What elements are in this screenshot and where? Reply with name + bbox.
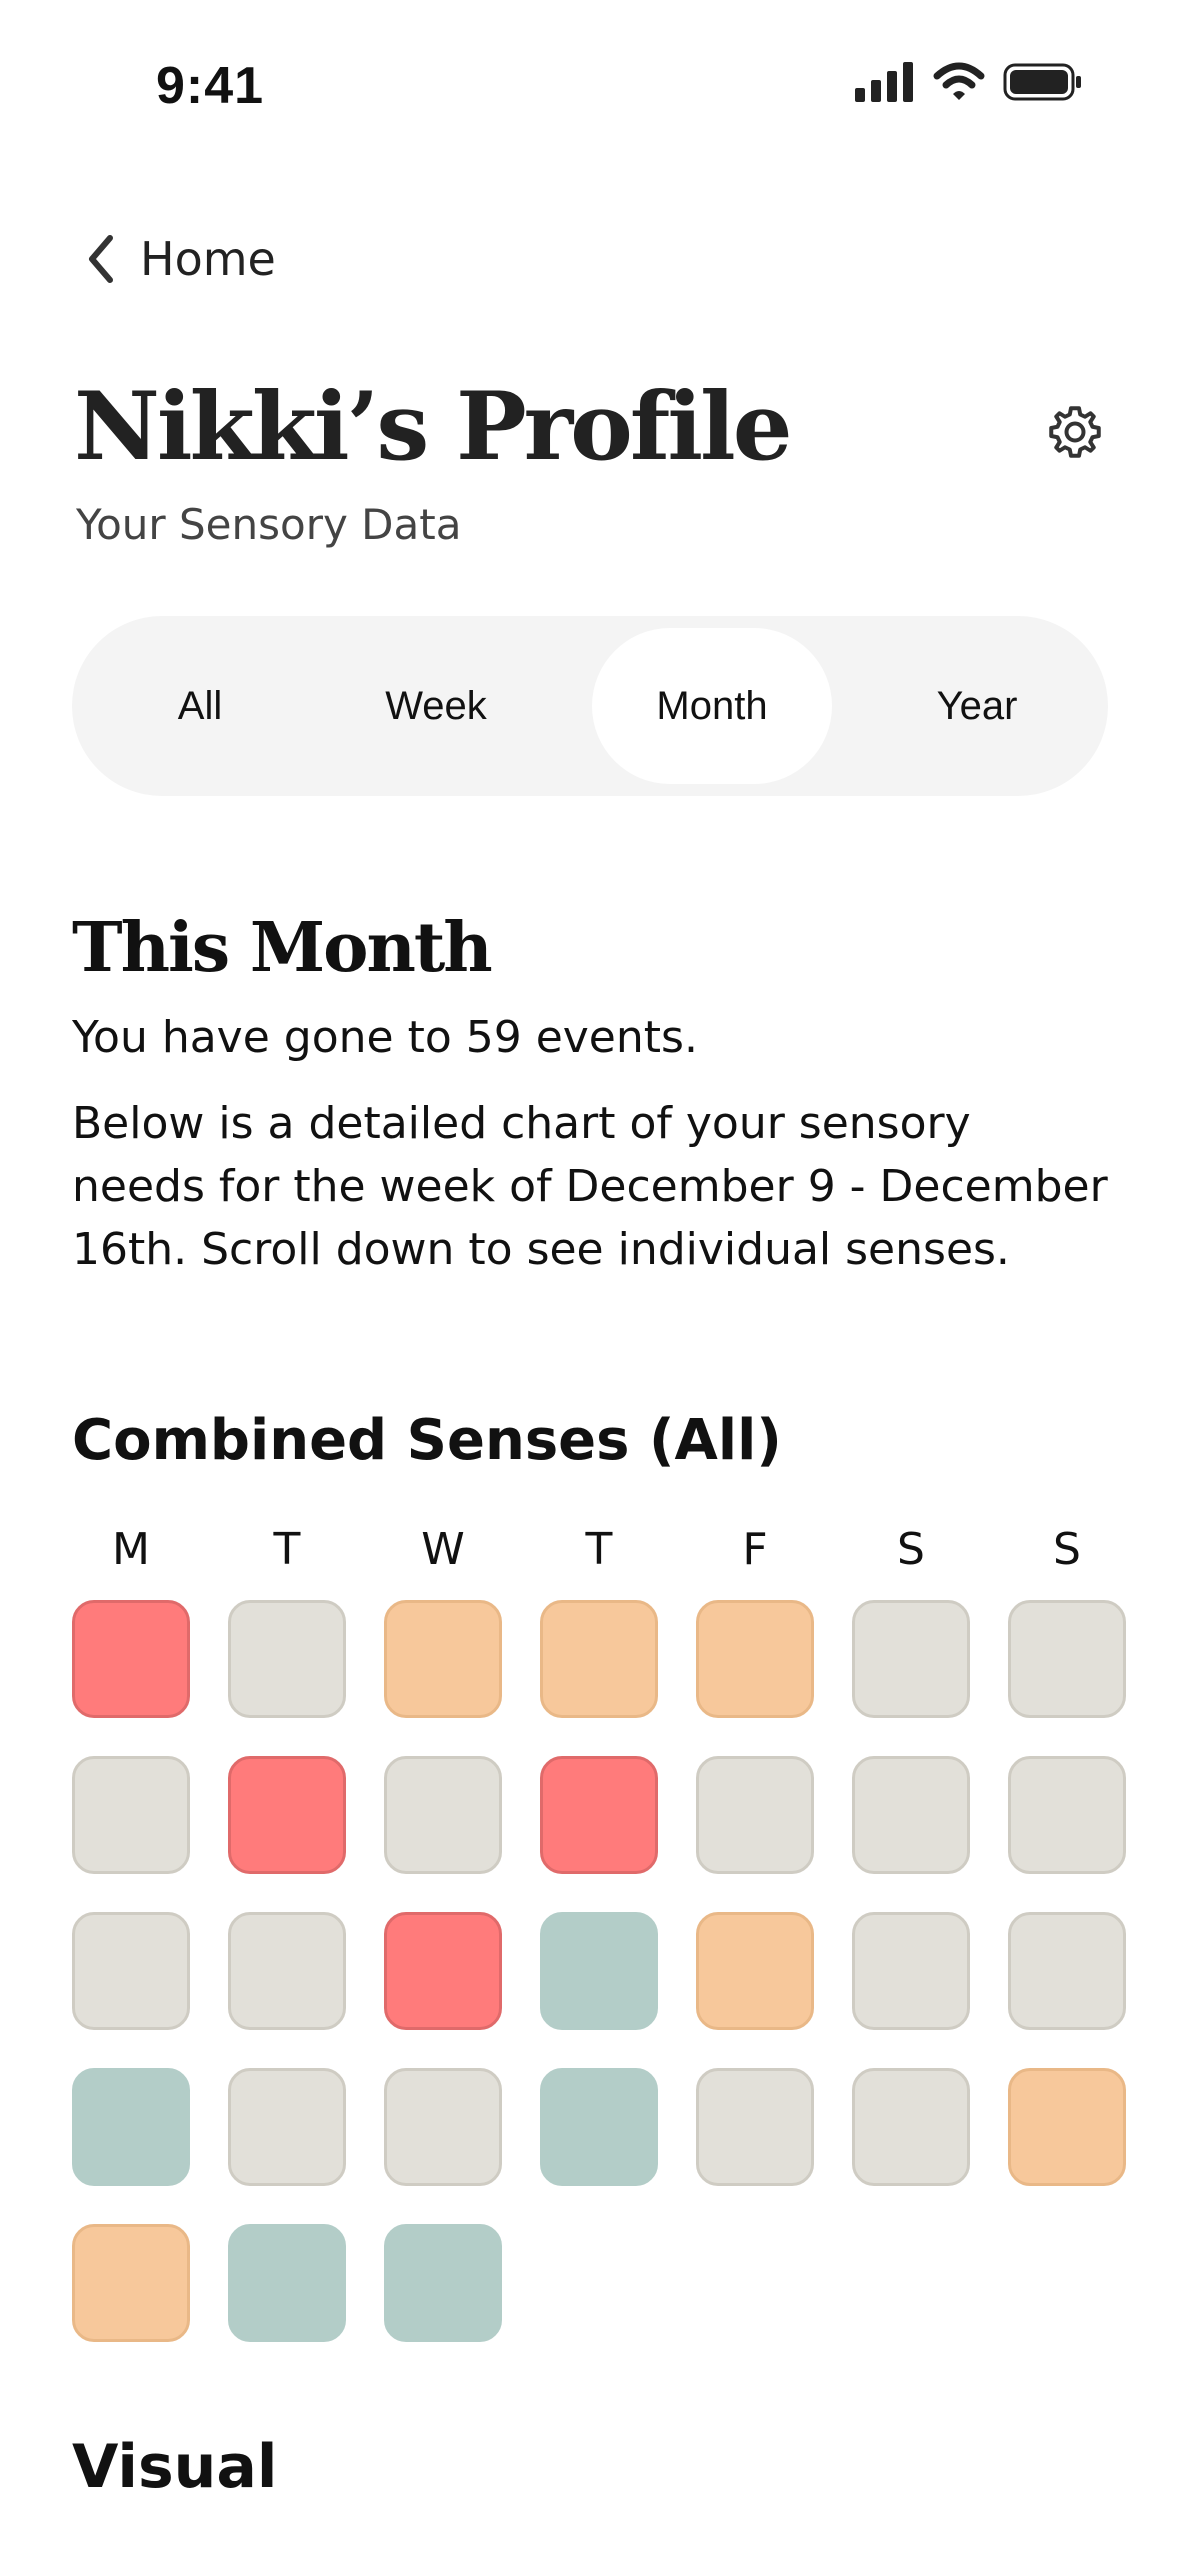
time-range-tabs: All Week Month Year — [72, 616, 1108, 796]
heatmap-cell-medium[interactable] — [696, 1600, 814, 1718]
heatmap-cell-none[interactable] — [852, 1756, 970, 1874]
heatmap-cell-medium[interactable] — [1008, 2068, 1126, 2186]
visual-section-title: Visual — [72, 2432, 278, 2502]
status-time: 9:41 — [156, 57, 265, 115]
heatmap-cell-none[interactable] — [696, 2068, 814, 2186]
chevron-left-icon — [89, 235, 113, 283]
heatmap-cell-medium[interactable] — [540, 1600, 658, 1718]
heatmap-cell-none[interactable] — [1008, 1756, 1126, 1874]
heatmap-cell-low[interactable] — [72, 2068, 190, 2186]
heatmap-cell-medium[interactable] — [72, 2224, 190, 2342]
back-button[interactable]: Home — [84, 232, 276, 286]
heatmap-cell-high[interactable] — [540, 1756, 658, 1874]
weekday-label: F — [742, 1524, 768, 1575]
heatmap-cell-low[interactable] — [540, 1912, 658, 2030]
heatmap-cell-none[interactable] — [852, 1912, 970, 2030]
weekday-label: T — [273, 1524, 301, 1575]
back-label: Home — [140, 232, 276, 286]
heatmap-cell-none[interactable] — [1008, 1912, 1126, 2030]
heatmap-cell-medium[interactable] — [384, 1600, 502, 1718]
tab-year[interactable]: Year — [872, 628, 1082, 784]
gear-icon — [1049, 406, 1101, 458]
weekday-label: S — [897, 1524, 925, 1575]
heatmap-cell-medium[interactable] — [696, 1912, 814, 2030]
battery-icon — [1003, 63, 1081, 101]
heatmap-cell-none[interactable] — [228, 2068, 346, 2186]
heatmap-cell-none[interactable] — [228, 1912, 346, 2030]
heatmap-cell-none[interactable] — [852, 2068, 970, 2186]
weekday-label: W — [421, 1524, 465, 1575]
heatmap-cell-none[interactable] — [384, 1756, 502, 1874]
heatmap-cell-low[interactable] — [540, 2068, 658, 2186]
heatmap-cell-none[interactable] — [696, 1756, 814, 1874]
heatmap-cell-none[interactable] — [852, 1600, 970, 1718]
wifi-icon — [933, 62, 985, 100]
events-summary: You have gone to 59 events. — [72, 1012, 698, 1063]
weekday-label: S — [1053, 1524, 1081, 1575]
tab-all[interactable]: All — [100, 628, 300, 784]
status-bar: 9:41 — [0, 0, 1179, 170]
heatmap-cell-none[interactable] — [228, 1600, 346, 1718]
status-icons — [855, 62, 1083, 102]
section-title: This Month — [72, 908, 493, 988]
page-title: Nikki’s Profile — [74, 372, 793, 482]
weekday-label: M — [112, 1524, 150, 1575]
tab-week[interactable]: Week — [336, 628, 536, 784]
chart-description: Below is a detailed chart of your sensor… — [72, 1098, 1108, 1275]
cellular-signal-icon — [855, 62, 913, 102]
page-subtitle: Your Sensory Data — [76, 500, 462, 549]
heatmap-cell-high[interactable] — [72, 1600, 190, 1718]
heatmap-cell-none[interactable] — [72, 1756, 190, 1874]
heatmap-cell-high[interactable] — [384, 1912, 502, 2030]
heatmap-cell-high[interactable] — [228, 1756, 346, 1874]
heatmap-cell-low[interactable] — [384, 2224, 502, 2342]
heatmap-cell-low[interactable] — [228, 2224, 346, 2342]
tab-month[interactable]: Month — [592, 628, 832, 784]
settings-button[interactable] — [1045, 402, 1105, 462]
heatmap-cell-none[interactable] — [72, 1912, 190, 2030]
heatmap-cell-none[interactable] — [1008, 1600, 1126, 1718]
weekday-label: T — [585, 1524, 613, 1575]
combined-senses-title: Combined Senses (All) — [72, 1408, 782, 1473]
heatmap-cell-none[interactable] — [384, 2068, 502, 2186]
